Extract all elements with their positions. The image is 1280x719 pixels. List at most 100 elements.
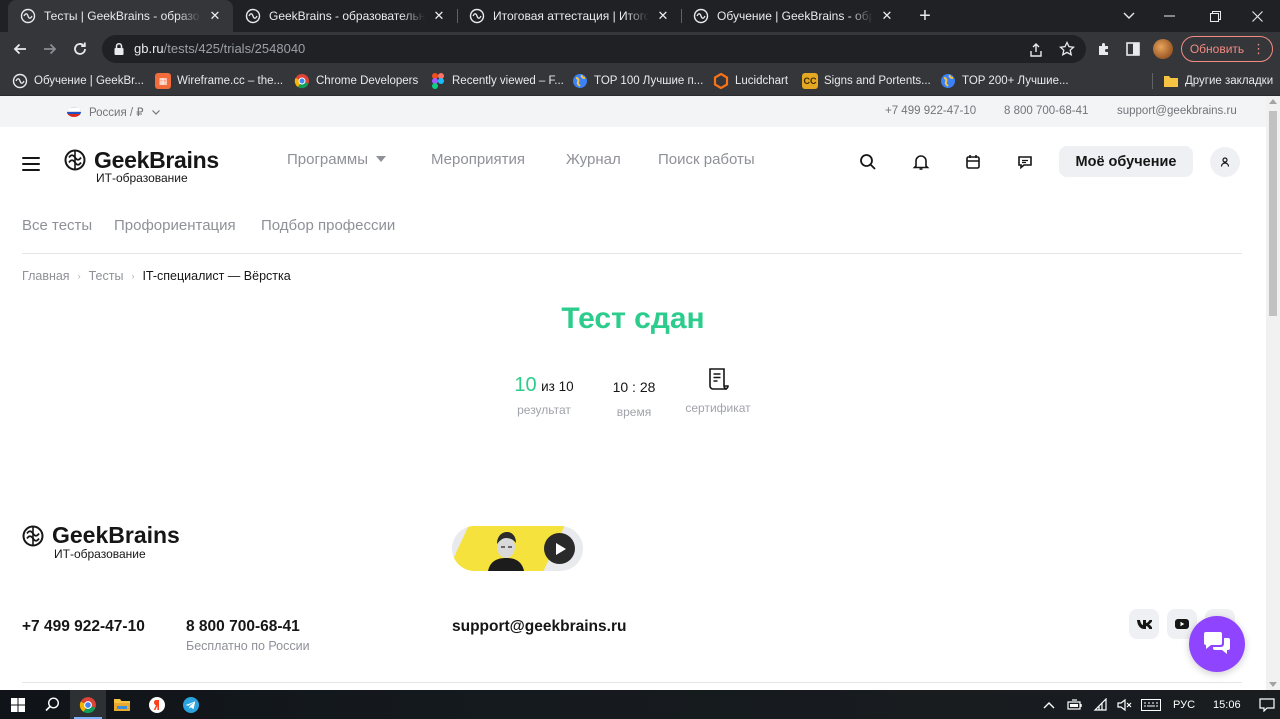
tab-title: Итоговая аттестация | Итоговая аттестаци…: [493, 9, 649, 23]
footer-phone-free[interactable]: 8 800 700-68-41: [186, 618, 300, 636]
tab-title: Тесты | GeekBrains - образовательный пор…: [44, 9, 201, 23]
input-language[interactable]: РУС: [1173, 699, 1195, 711]
bookmark-label: Chrome Developers: [316, 75, 419, 87]
bookmark-label: Signs and Portents...: [824, 75, 931, 87]
taskbar-yandex-browser-icon[interactable]: [139, 690, 175, 719]
taskbar-telegram-icon[interactable]: [173, 690, 209, 719]
tray-chevron-up-icon[interactable]: [1043, 701, 1055, 709]
restore-icon[interactable]: [1192, 0, 1238, 32]
geekbrains-favicon-icon: [693, 8, 709, 24]
result-title: Тест сдан: [561, 302, 705, 335]
certificate-stat[interactable]: сертификат: [682, 368, 754, 415]
clock[interactable]: 15:06: [1213, 699, 1241, 711]
extensions-puzzle-icon[interactable]: [1090, 35, 1118, 63]
footer-phone-moscow[interactable]: +7 499 922-47-10: [22, 618, 145, 636]
subnav-career-guidance[interactable]: Профориентация: [114, 217, 236, 234]
tab-close-icon[interactable]: ✕: [431, 8, 447, 24]
nav-events[interactable]: Мероприятия: [431, 151, 525, 168]
speaker-muted-icon[interactable]: [1117, 698, 1133, 712]
share-icon[interactable]: [1028, 42, 1044, 58]
page-scrollbar[interactable]: [1266, 96, 1280, 690]
breadcrumb-tests[interactable]: Тесты: [89, 269, 124, 283]
bell-icon[interactable]: [912, 153, 930, 171]
windows-search-icon[interactable]: [34, 690, 70, 719]
hamburger-menu-icon[interactable]: [22, 157, 40, 171]
breadcrumb-current: IT-специалист — Вёрстка: [142, 269, 291, 283]
back-arrow-icon[interactable]: [6, 35, 34, 63]
user-profile-button[interactable]: [1210, 147, 1240, 177]
wifi-icon[interactable]: [1093, 697, 1109, 712]
browser-tab-tests[interactable]: Тесты | GeekBrains - образовательный пор…: [8, 0, 233, 32]
scrollbar-thumb[interactable]: [1269, 111, 1277, 316]
scroll-up-icon[interactable]: [1269, 99, 1277, 104]
bookmark-star-icon[interactable]: [1059, 41, 1075, 57]
region-selector[interactable]: Россия / ₽: [67, 105, 160, 119]
brand-name: GeekBrains: [94, 147, 219, 173]
my-learning-button[interactable]: Моё обучение: [1059, 146, 1193, 177]
chevron-right-icon: ›: [131, 271, 135, 281]
scroll-down-icon[interactable]: [1269, 682, 1277, 687]
taskbar-chrome-icon[interactable]: [70, 690, 106, 719]
bookmark-label: TOP 200+ Лучшие...: [962, 75, 1069, 87]
vk-icon[interactable]: [1129, 609, 1159, 639]
nav-journal[interactable]: Журнал: [566, 151, 621, 168]
profile-avatar[interactable]: [1153, 39, 1173, 59]
bookmark-item[interactable]: ▦ Wireframe.cc – the...: [155, 71, 283, 91]
other-bookmarks-folder[interactable]: Другие закладки: [1163, 71, 1273, 91]
tests-subnav: Все тесты Профориентация Подбор професси…: [0, 203, 1266, 255]
notifications-icon[interactable]: [1258, 697, 1275, 712]
topbar-email[interactable]: support@geekbrains.ru: [1117, 105, 1237, 117]
update-button[interactable]: Обновить ⋮: [1181, 36, 1273, 62]
footer-phone-note: Бесплатно по России: [186, 639, 310, 653]
bookmark-item[interactable]: Chrome Developers: [294, 71, 418, 91]
topbar-phone-free[interactable]: 8 800 700-68-41: [1004, 105, 1088, 117]
browser-toolbar: gb.ru/tests/425/trials/2548040 Обновить …: [0, 32, 1280, 65]
search-icon[interactable]: [859, 153, 877, 171]
subnav-all-tests[interactable]: Все тесты: [22, 217, 92, 234]
bookmark-item[interactable]: TOP 100 Лучшие п...: [572, 71, 703, 91]
bookmark-item[interactable]: Lucidchart: [713, 71, 788, 91]
taskbar-file-explorer-icon[interactable]: [104, 690, 140, 719]
new-tab-button[interactable]: +: [914, 5, 936, 27]
bookmark-item[interactable]: TOP 200+ Лучшие...: [940, 71, 1069, 91]
breadcrumb-home[interactable]: Главная: [22, 269, 70, 283]
chrome-icon: [294, 73, 310, 89]
browser-tab-learning[interactable]: Обучение | GeekBrains - образовательный …: [681, 0, 905, 32]
bookmark-item[interactable]: CC Signs and Portents...: [802, 71, 931, 91]
play-icon[interactable]: [544, 533, 575, 564]
side-panel-icon[interactable]: [1119, 35, 1147, 63]
breadcrumb: Главная › Тесты › IT-специалист — Вёрстк…: [22, 269, 291, 283]
caret-down-icon: [376, 156, 387, 162]
tab-close-icon[interactable]: ✕: [207, 8, 223, 24]
nav-job-search[interactable]: Поиск работы: [658, 151, 755, 168]
windows-start-icon[interactable]: [0, 690, 36, 719]
subnav-profession-match[interactable]: Подбор профессии: [261, 217, 395, 234]
chat-message-icon[interactable]: [1016, 153, 1034, 171]
tab-close-icon[interactable]: ✕: [655, 8, 671, 24]
support-chat-button[interactable]: [1189, 616, 1245, 672]
reload-icon[interactable]: [66, 35, 94, 63]
page-content: Россия / ₽ +7 499 922-47-10 8 800 700-68…: [0, 96, 1266, 690]
lock-icon[interactable]: [112, 42, 126, 56]
browser-tab-geekbrains[interactable]: GeekBrains - образовательный портал ✕: [233, 0, 457, 32]
minimize-icon[interactable]: [1146, 0, 1192, 32]
folder-icon: [1163, 73, 1179, 89]
url-text[interactable]: gb.ru/tests/425/trials/2548040: [134, 41, 305, 56]
tab-title: GeekBrains - образовательный портал: [269, 9, 425, 23]
forward-arrow-icon[interactable]: [36, 35, 64, 63]
close-window-icon[interactable]: [1234, 0, 1280, 32]
bookmark-item[interactable]: Recently viewed – F...: [430, 71, 564, 91]
promo-video-thumbnail[interactable]: [452, 526, 583, 571]
nav-programs[interactable]: Программы: [287, 151, 387, 168]
keyboard-icon[interactable]: [1141, 698, 1161, 711]
calendar-icon[interactable]: [964, 153, 982, 171]
cc-icon: CC: [802, 73, 818, 89]
footer-email[interactable]: support@geekbrains.ru: [452, 618, 626, 636]
tab-close-icon[interactable]: ✕: [879, 8, 895, 24]
battery-icon[interactable]: [1067, 698, 1083, 711]
certificate-icon[interactable]: [705, 366, 731, 392]
browser-tab-attestation[interactable]: Итоговая аттестация | Итоговая аттестаци…: [457, 0, 681, 32]
address-bar[interactable]: gb.ru/tests/425/trials/2548040: [102, 35, 1086, 63]
topbar-phone-moscow[interactable]: +7 499 922-47-10: [885, 105, 976, 117]
bookmark-item[interactable]: Обучение | GeekBr...: [12, 71, 144, 91]
